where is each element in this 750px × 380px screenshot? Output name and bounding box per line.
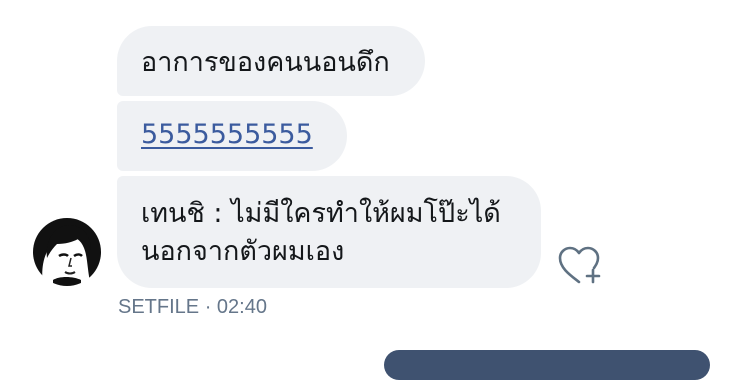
message-meta: SETFILE · 02:40 [118, 296, 267, 319]
message-text-line: นอกจากตัวผมเอง [141, 236, 345, 267]
message-bubble: 5555555555 [117, 101, 347, 171]
avatar[interactable] [33, 218, 101, 286]
timestamp: 02:40 [216, 296, 267, 318]
sender-name: SETFILE [118, 296, 200, 318]
meta-separator: · [199, 296, 217, 318]
message-text: อาการของคนนอนดึก [141, 47, 390, 78]
message-link[interactable]: 5555555555 [141, 119, 313, 150]
like-button[interactable] [556, 244, 604, 286]
heart-plus-icon [558, 246, 601, 284]
action-button[interactable] [384, 350, 710, 380]
message-bubble: เทนชิ : ไม่มีใครทำให้ผมโป๊ะได้ นอกจากตัว… [117, 176, 541, 288]
message-text-line: เทนชิ : ไม่มีใครทำให้ผมโป๊ะได้ [141, 198, 501, 229]
avatar-portrait [33, 218, 101, 286]
message-bubble: อาการของคนนอนดึก [117, 26, 425, 96]
